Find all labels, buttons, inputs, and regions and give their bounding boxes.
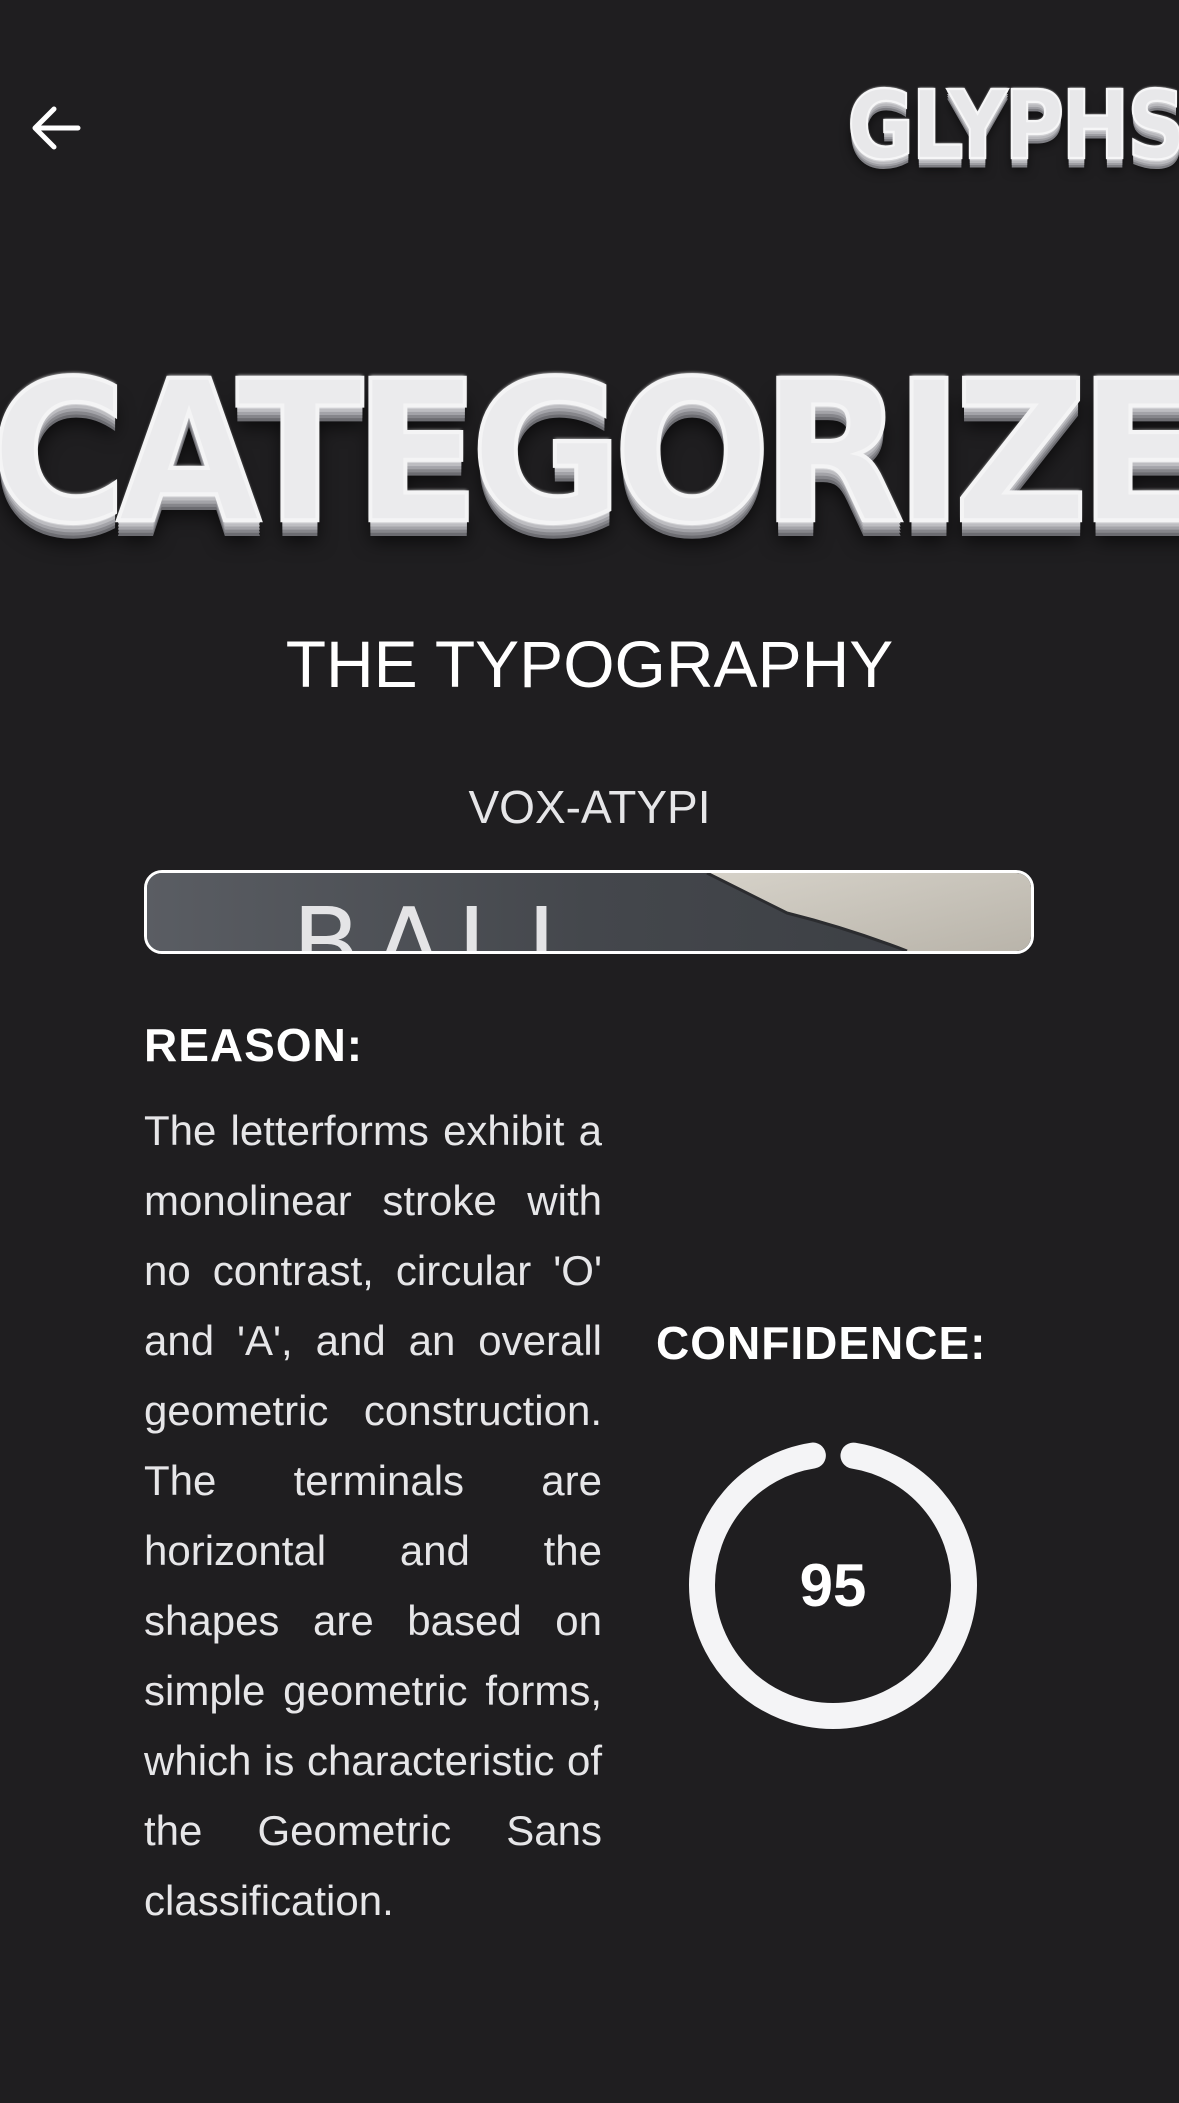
page-title: CATEGORIZE [0,338,1179,567]
back-button[interactable] [20,92,92,164]
reason-label: REASON: [144,1019,364,1071]
reason-text: The letterforms exhibit a monolinear str… [144,1107,602,1924]
confidence-label: CONFIDENCE: [656,1317,987,1369]
detected-font-name: VOX-ATYPI [468,781,711,833]
sample-image-text: BALL [292,886,596,951]
sample-image: BALL [144,870,1034,954]
categorize-screen: GLYPHS CATEGORIZE THE TYPOGRAPHY VOX-ATY… [0,0,1179,2103]
page-subtitle: THE TYPOGRAPHY [285,627,894,701]
app-logo[interactable]: GLYPHS [846,70,1179,182]
confidence-value: 95 [799,1551,867,1619]
arrow-left-icon [32,106,81,150]
